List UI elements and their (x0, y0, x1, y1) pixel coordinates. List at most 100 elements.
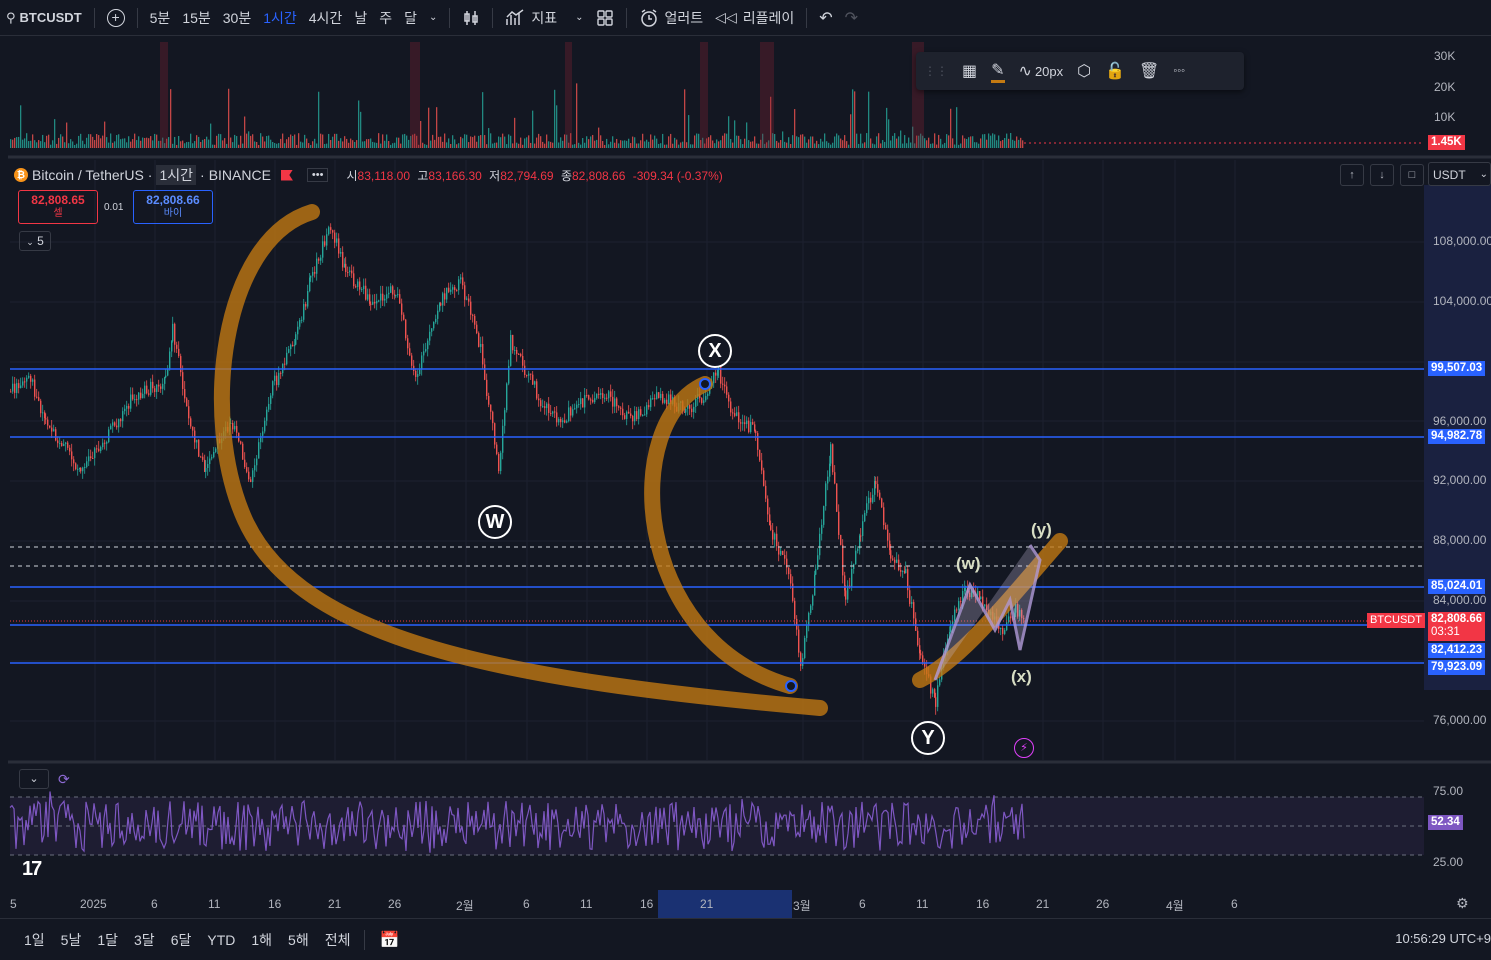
volume-bar (152, 140, 154, 148)
volume-bar (742, 144, 744, 148)
flag-icon[interactable] (280, 169, 293, 181)
subwave-label-x[interactable]: (x) (1011, 667, 1032, 687)
lightning-icon[interactable]: ⚡ (1014, 738, 1034, 758)
volume-bar (952, 138, 954, 148)
candle-body (22, 381, 24, 386)
range-3m[interactable]: 3달 (126, 930, 163, 950)
volume-bar (476, 141, 478, 148)
candle-body (538, 398, 540, 401)
volume-bar (708, 137, 710, 148)
candle-body (648, 405, 650, 408)
candle-body (164, 377, 166, 384)
candle-body (297, 326, 299, 335)
volume-bar (512, 143, 514, 148)
volume-bar (254, 141, 256, 148)
lock-icon[interactable]: 🔓 (1105, 61, 1125, 81)
volume-bar (524, 138, 526, 148)
sell-button[interactable]: 82,808.65 셀 (18, 190, 98, 224)
range-1d[interactable]: 1일 (16, 930, 53, 950)
tradingview-logo[interactable]: 17 (22, 858, 42, 881)
time-axis[interactable]: 5 2025 6 11 16 21 26 2월 6 11 16 21 3월 6 … (0, 892, 1491, 916)
volume-bar (620, 140, 622, 148)
chevron-down-icon: ⌄ (26, 237, 34, 247)
candle-body (726, 386, 728, 395)
buy-button[interactable]: 82,808.66 바이 (133, 190, 213, 224)
collapse-indicators-button[interactable]: ⌄ 5 (19, 231, 51, 251)
more-icon[interactable]: ◦◦◦ (1173, 65, 1185, 77)
range-1y[interactable]: 1해 (243, 930, 280, 950)
wave-label-y[interactable]: Y (911, 721, 945, 755)
range-ytd[interactable]: YTD (199, 932, 243, 948)
currency-select[interactable]: USDT ⌄ (1428, 162, 1491, 186)
volume-bar (26, 133, 28, 148)
candle-body (444, 293, 446, 300)
range-5d[interactable]: 5날 (53, 930, 90, 950)
line-width-label: 20px (1034, 63, 1064, 79)
candle-body (664, 399, 666, 403)
arrow-up-icon[interactable]: ↑ (1340, 164, 1364, 186)
candle-body (63, 443, 65, 447)
volume-bar (942, 144, 944, 148)
candle-body (102, 442, 104, 448)
range-5y[interactable]: 5해 (280, 930, 317, 950)
rsi-collapse-button[interactable]: ⌄ (19, 769, 49, 789)
maximize-icon[interactable]: □ (1400, 164, 1424, 186)
candle-body (355, 286, 357, 288)
price-tag-99507[interactable]: 99,507.03 (1428, 361, 1486, 376)
volume-bar (422, 142, 424, 148)
volume-bar (236, 136, 238, 148)
price-tag-82412[interactable]: 82,412.23 (1428, 643, 1486, 658)
more-icon[interactable]: ••• (306, 168, 329, 182)
chart-canvas[interactable] (0, 0, 1491, 960)
candle-body (88, 456, 90, 462)
wave-label-w[interactable]: W (478, 505, 512, 539)
volume-bar (810, 136, 812, 148)
gear-icon[interactable]: ⚙ (1456, 895, 1469, 912)
range-1m[interactable]: 1달 (89, 930, 126, 950)
candle-body (668, 394, 670, 405)
candle-body (810, 605, 812, 613)
pencil-color-icon[interactable]: ✎ (991, 60, 1005, 83)
volume-bar (108, 142, 110, 148)
volume-bar (870, 138, 872, 148)
time-label: 2월 (456, 899, 474, 913)
candle-body (518, 353, 520, 355)
settings-hex-icon[interactable]: ⬡ (1077, 61, 1091, 81)
volume-bar (396, 137, 398, 148)
price-tag-85024[interactable]: 85,024.01 (1428, 579, 1486, 594)
candle-body (626, 411, 628, 419)
drag-handle-icon[interactable]: ⋮⋮ (924, 64, 948, 78)
candle-body (274, 375, 276, 382)
candle-body (51, 427, 53, 432)
volume-bar (812, 136, 814, 148)
range-all[interactable]: 전체 (317, 930, 359, 950)
subwave-label-w[interactable]: (w) (956, 554, 981, 574)
price-tag-79923[interactable]: 79,923.09 (1428, 660, 1486, 675)
subwave-label-y[interactable]: (y) (1031, 520, 1052, 540)
trash-icon[interactable]: 🗑 (1139, 61, 1159, 81)
templates-icon[interactable]: ▦ (962, 61, 977, 81)
candle-body (198, 439, 200, 457)
line-width-button[interactable]: ∿ 20px (1019, 61, 1064, 81)
volume-bar (432, 134, 434, 148)
price-tag-94982[interactable]: 94,982.78 (1428, 429, 1486, 444)
candle-body (75, 463, 77, 470)
volume-bar (486, 144, 488, 148)
refresh-icon[interactable]: ⟳ (58, 771, 70, 788)
rsi-axis-75: 75.00 (1433, 784, 1464, 798)
candle-body (845, 590, 847, 600)
volume-bar (534, 143, 536, 148)
volume-bar (754, 136, 756, 148)
go-to-date-icon[interactable]: 📅 (371, 930, 407, 950)
legend-interval[interactable]: 1시간 (156, 165, 197, 185)
wave-label-x[interactable]: X (698, 334, 732, 368)
volume-bar (262, 136, 264, 148)
volume-bar (52, 140, 54, 148)
chart-legend[interactable]: ₿ Bitcoin / TetherUS · 1시간 · BINANCE •••… (14, 164, 727, 186)
volume-bar (468, 142, 470, 148)
volume-bar (38, 140, 40, 148)
volume-bar (24, 138, 26, 148)
range-6m[interactable]: 6달 (163, 930, 200, 950)
volume-bar (272, 141, 274, 148)
arrow-down-icon[interactable]: ↓ (1370, 164, 1394, 186)
